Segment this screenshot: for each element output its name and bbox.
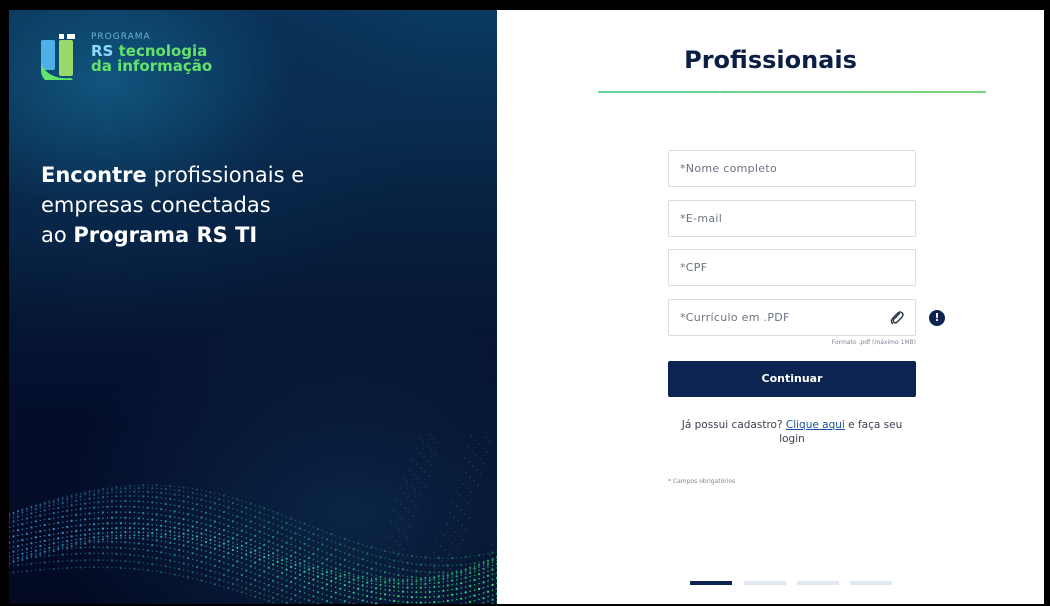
step-1-active: [690, 581, 732, 585]
full-name-placeholder: *Nome completo: [680, 162, 777, 175]
info-icon[interactable]: !: [929, 310, 945, 326]
cpf-placeholder: *CPF: [680, 261, 708, 274]
email-placeholder: *E-mail: [680, 212, 723, 225]
resume-upload-field[interactable]: *Currículo em .PDF: [668, 299, 916, 336]
login-prompt: Já possui cadastro? Clique aqui e faça s…: [668, 418, 916, 446]
paperclip-icon[interactable]: [889, 310, 905, 326]
hero-bold-3: Programa RS TI: [73, 223, 258, 247]
hero-line-1: Encontre profissionais e: [41, 160, 421, 190]
form-panel: Profissionais *Nome completo *E-mail *CP…: [497, 10, 1044, 604]
email-field[interactable]: *E-mail: [668, 200, 916, 237]
logo-icon: [41, 34, 75, 80]
page-title: Profissionais: [684, 46, 857, 74]
hero-line-3: ao Programa RS TI: [41, 220, 421, 250]
step-indicator: [690, 581, 900, 585]
particle-wave-graphic: [9, 434, 497, 604]
file-format-hint: Formato .pdf (máximo 1MB): [831, 339, 916, 346]
hero-text-3: ao: [41, 223, 74, 247]
step-2: [744, 581, 786, 585]
brand-logo[interactable]: PROGRAMA RS tecnologia da informação: [41, 28, 261, 88]
logo-program-label: PROGRAMA: [91, 32, 151, 42]
resume-placeholder: *Currículo em .PDF: [680, 311, 790, 324]
hero-panel: PROGRAMA RS tecnologia da informação Enc…: [9, 10, 497, 604]
page-frame: PROGRAMA RS tecnologia da informação Enc…: [0, 0, 1050, 606]
hero-line-2: empresas conectadas: [41, 193, 271, 217]
login-link[interactable]: Clique aqui: [786, 419, 845, 431]
hero-headline: Encontre profissionais e empresas conect…: [41, 160, 421, 250]
title-divider: [598, 91, 986, 93]
continue-button[interactable]: Continuar: [668, 361, 916, 397]
required-fields-note: * Campos obrigatórios: [668, 478, 736, 485]
cpf-field[interactable]: *CPF: [668, 249, 916, 286]
full-name-field[interactable]: *Nome completo: [668, 150, 916, 187]
step-4: [850, 581, 892, 585]
step-3: [797, 581, 839, 585]
logo-title-line2: da informação: [91, 57, 213, 75]
hero-bold-1: Encontre: [41, 163, 147, 187]
login-prefix: Já possui cadastro?: [681, 419, 786, 431]
hero-text-1: profissionais e: [146, 163, 305, 187]
